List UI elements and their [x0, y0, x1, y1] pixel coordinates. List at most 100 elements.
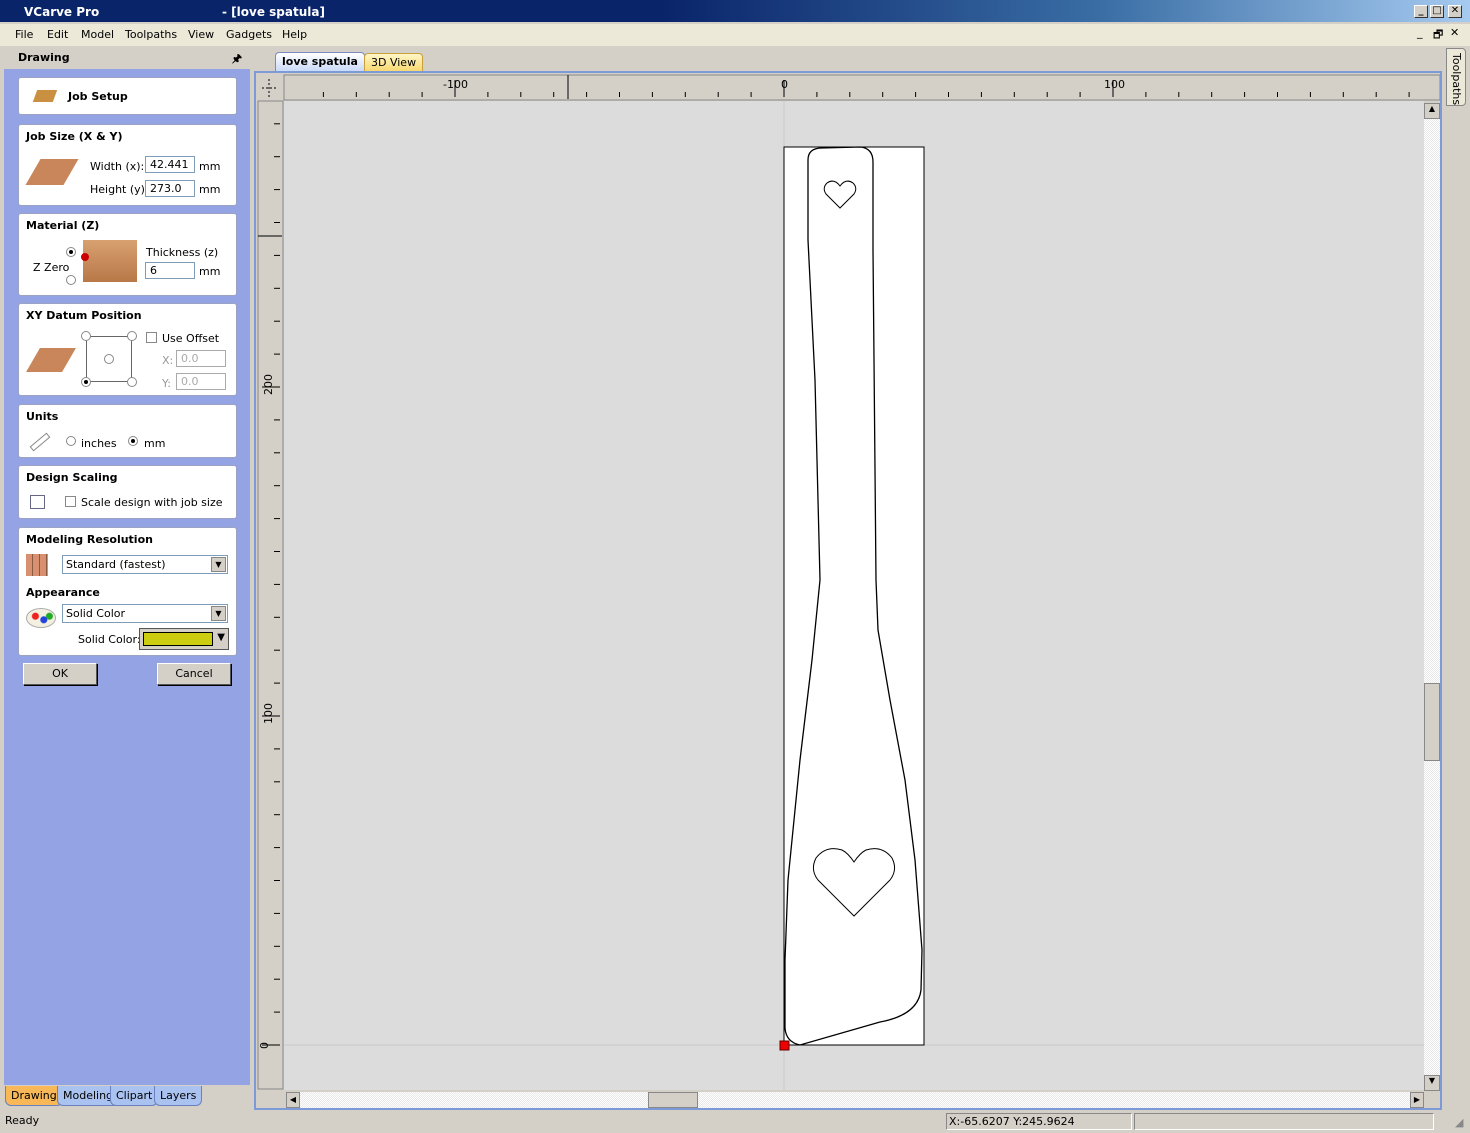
datum-marker: [779, 1040, 790, 1051]
width-unit: mm: [199, 160, 221, 173]
height-label: Height (y):: [90, 183, 149, 196]
job-setup-header[interactable]: Job Setup: [18, 77, 237, 115]
z-zero-marker-icon: [81, 253, 89, 261]
mm-label: mm: [144, 437, 166, 450]
menu-toolpaths[interactable]: Toolpaths: [125, 28, 177, 41]
document-title: - [love spatula]: [222, 5, 325, 19]
status-bar: Ready X:-65.6207 Y:245.9624 ◢: [0, 1112, 1470, 1133]
ruler-label-y: 200: [262, 374, 275, 395]
panel-tab-drawing[interactable]: Drawing: [5, 1086, 63, 1106]
doc-minimize-icon[interactable]: _: [1417, 26, 1423, 39]
resolution-select[interactable]: Standard (fastest) ▼: [62, 555, 228, 574]
canvas-svg[interactable]: [256, 73, 1440, 1108]
resolution-icon: [26, 554, 48, 576]
offset-y-input[interactable]: 0.0: [176, 373, 226, 390]
resolution-value: Standard (fastest): [66, 558, 166, 571]
xy-datum-section: XY Datum Position Use Offset X: 0.0 Y: 0…: [18, 303, 237, 396]
ruler-label-x: 100: [1104, 78, 1125, 91]
pin-icon[interactable]: 🖈: [232, 50, 242, 69]
ruler-label-y: 100: [262, 703, 275, 724]
use-offset-checkbox[interactable]: [146, 332, 157, 343]
title-bar: VCarve Pro - [love spatula] _ □ ✕: [0, 0, 1470, 22]
z-zero-top-radio[interactable]: [66, 247, 76, 257]
datum-icon: [26, 348, 76, 372]
menu-view[interactable]: View: [188, 28, 214, 41]
resize-grip-icon[interactable]: ◢: [1455, 1116, 1463, 1129]
scale-icon: [30, 495, 45, 509]
thickness-label: Thickness (z): [146, 246, 219, 259]
close-button[interactable]: ✕: [1448, 5, 1462, 18]
status-panel: [1134, 1113, 1434, 1130]
appearance-value: Solid Color: [66, 607, 126, 620]
datum-top-left-radio[interactable]: [81, 331, 91, 341]
ruler-label-x: -100: [443, 78, 468, 91]
datum-center-radio[interactable]: [104, 354, 114, 364]
panel-header: Drawing 🖈: [4, 47, 250, 69]
ruler-icon: [29, 432, 51, 452]
app-title: VCarve Pro: [24, 5, 100, 19]
inches-radio[interactable]: [66, 436, 76, 446]
horizontal-scroll-thumb[interactable]: [648, 1092, 698, 1108]
material-block-icon: [83, 240, 137, 282]
modeling-section: Modeling Resolution Standard (fastest) ▼ …: [18, 527, 237, 656]
vertical-scroll-thumb[interactable]: [1424, 683, 1440, 761]
tab-3d-view[interactable]: 3D View: [364, 53, 424, 71]
menu-edit[interactable]: Edit: [47, 28, 68, 41]
scroll-right-button[interactable]: ▶: [1410, 1092, 1424, 1108]
menu-gadgets[interactable]: Gadgets: [226, 28, 272, 41]
tab-love-spatula[interactable]: love spatula: [275, 52, 365, 72]
datum-bottom-right-radio[interactable]: [127, 377, 137, 387]
panel-title: Drawing: [18, 51, 70, 64]
z-zero-bottom-radio[interactable]: [66, 275, 76, 285]
maximize-button[interactable]: □: [1430, 5, 1444, 18]
panel-tab-clipart[interactable]: Clipart: [110, 1086, 159, 1106]
scroll-left-button[interactable]: ◀: [286, 1092, 300, 1108]
appearance-title: Appearance: [26, 586, 100, 599]
design-scaling-section: Design Scaling Scale design with job siz…: [18, 465, 237, 519]
horizontal-scrollbar[interactable]: ◀ ▶: [286, 1092, 1424, 1108]
height-unit: mm: [199, 183, 221, 196]
material-section: Material (Z) Z Zero Thickness (z) 6 mm: [18, 213, 237, 296]
vertical-scrollbar[interactable]: ▲ ▼: [1424, 103, 1440, 1091]
cancel-button[interactable]: Cancel: [157, 663, 231, 685]
panel-tab-layers[interactable]: Layers: [154, 1086, 203, 1106]
offset-x-input[interactable]: 0.0: [176, 350, 226, 367]
mm-radio[interactable]: [128, 436, 138, 446]
solid-color-picker[interactable]: ▼: [139, 628, 229, 650]
doc-restore-icon[interactable]: 🗗: [1433, 26, 1443, 45]
ok-button[interactable]: OK: [23, 663, 97, 685]
chevron-down-icon: ▼: [211, 606, 226, 621]
scroll-down-button[interactable]: ▼: [1424, 1075, 1440, 1091]
job-size-section: Job Size (X & Y) Width (x): 42.441 mm He…: [18, 124, 237, 206]
width-input[interactable]: 42.441: [145, 156, 195, 173]
menu-file[interactable]: File: [15, 28, 33, 41]
menu-model[interactable]: Model: [81, 28, 114, 41]
thickness-input[interactable]: 6: [145, 262, 195, 279]
menu-help[interactable]: Help: [282, 28, 307, 41]
appearance-select[interactable]: Solid Color ▼: [62, 604, 228, 623]
toolpaths-label: Toolpaths: [1450, 53, 1463, 106]
toolpaths-side-tab[interactable]: Toolpaths: [1446, 48, 1466, 106]
cursor-coordinates: X:-65.6207 Y:245.9624: [946, 1113, 1132, 1130]
width-label: Width (x):: [90, 160, 145, 173]
minimize-button[interactable]: _: [1414, 5, 1428, 18]
drawing-view: -100 0 100 200 100 0 ▲ ▼ ◀ ▶: [254, 71, 1442, 1110]
height-input[interactable]: 273.0: [145, 180, 195, 197]
doc-close-icon[interactable]: ✕: [1450, 26, 1459, 39]
offset-y-label: Y:: [162, 377, 171, 390]
palette-icon: [26, 608, 56, 628]
chevron-down-icon: ▼: [217, 632, 225, 643]
material-title: Material (Z): [26, 219, 100, 232]
scroll-up-button[interactable]: ▲: [1424, 103, 1440, 119]
solid-color-label: Solid Color:: [78, 633, 141, 646]
scale-design-checkbox[interactable]: [65, 496, 76, 507]
datum-top-right-radio[interactable]: [127, 331, 137, 341]
datum-bottom-left-radio[interactable]: [81, 377, 91, 387]
use-offset-label: Use Offset: [162, 332, 220, 345]
units-section: Units inches mm: [18, 404, 237, 458]
ruler-label-y: 0: [258, 1042, 271, 1049]
thickness-unit: mm: [199, 265, 221, 278]
job-setup-icon: [32, 90, 58, 102]
scale-design-label: Scale design with job size: [81, 496, 223, 509]
job-size-icon: [25, 159, 79, 185]
